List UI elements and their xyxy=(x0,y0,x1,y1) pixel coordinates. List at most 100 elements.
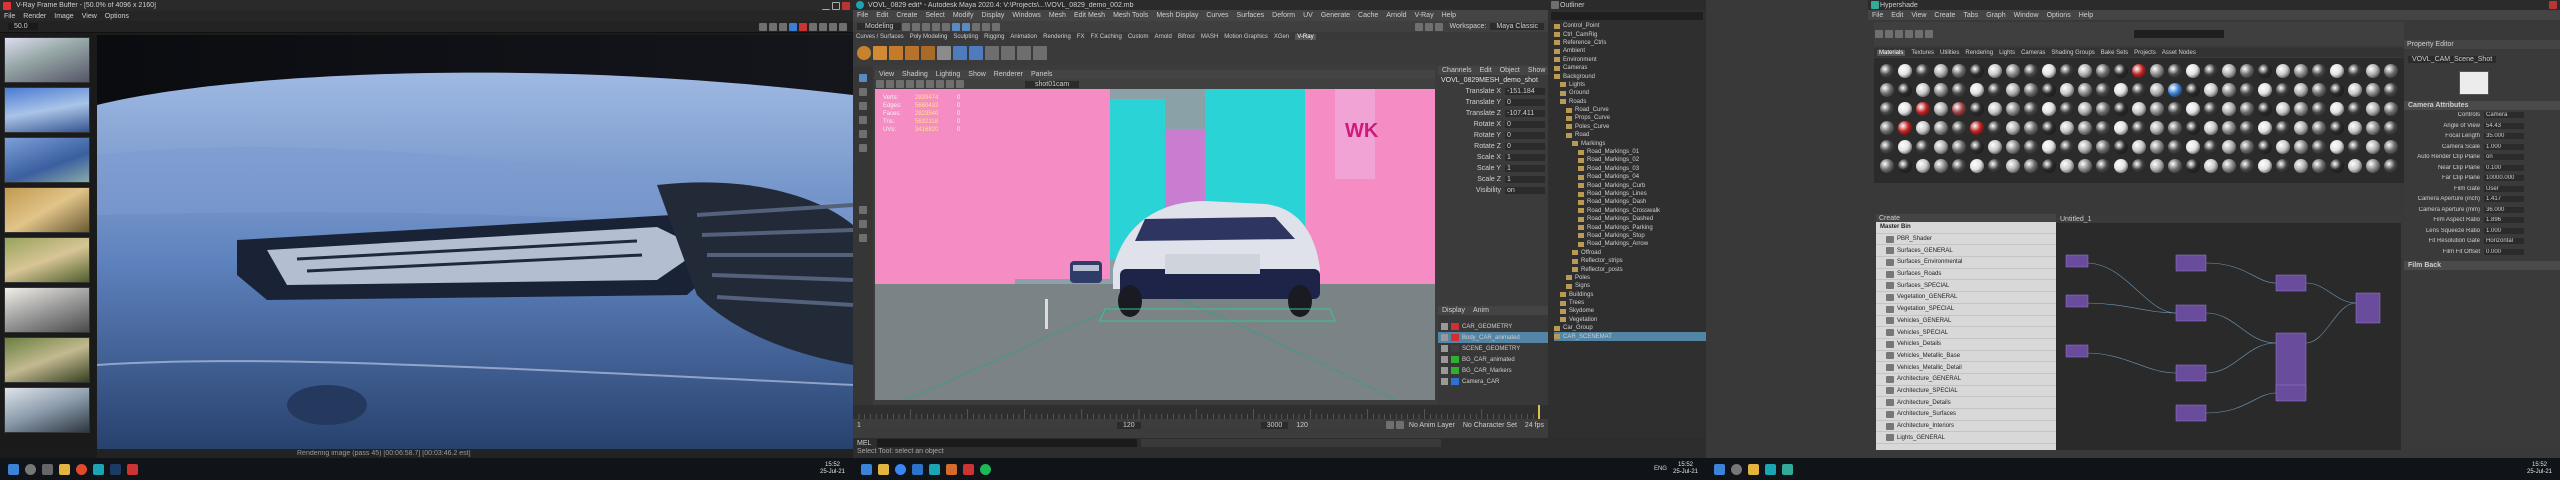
material-swatch[interactable] xyxy=(2150,159,2164,173)
material-swatch[interactable] xyxy=(2366,121,2380,135)
material-swatch[interactable] xyxy=(1988,121,2002,135)
maya-menu-item[interactable]: Generate xyxy=(1321,12,1350,19)
material-swatch[interactable] xyxy=(2240,159,2254,173)
outliner-item[interactable]: Car_Group xyxy=(1554,324,1706,332)
outliner-item[interactable]: Cameras xyxy=(1554,64,1706,72)
bin-item[interactable]: Architecture_Details xyxy=(1876,397,2056,409)
material-swatch[interactable] xyxy=(2042,102,2056,116)
material-swatch[interactable] xyxy=(1898,121,1912,135)
material-swatch[interactable] xyxy=(1916,102,1930,116)
view-list-icon[interactable] xyxy=(1925,30,1933,38)
maya-menu-item[interactable]: Cache xyxy=(1358,12,1378,19)
material-swatch[interactable] xyxy=(2042,140,2056,154)
outliner-item[interactable]: Control_Point xyxy=(1554,22,1706,30)
settings-icon[interactable] xyxy=(839,22,847,31)
channel-row[interactable]: Rotate X 0 xyxy=(1438,119,1548,130)
material-swatch[interactable] xyxy=(2150,64,2164,78)
range-end-field[interactable]: 3000 xyxy=(1260,421,1289,429)
material-swatch[interactable] xyxy=(2060,64,2074,78)
redo-icon[interactable] xyxy=(942,22,951,31)
channel-value[interactable]: 0 xyxy=(1505,132,1545,139)
outliner-item[interactable]: Road_Markings_Dash xyxy=(1554,198,1706,206)
material-swatch[interactable] xyxy=(2006,102,2020,116)
outliner-item[interactable]: Ground xyxy=(1554,89,1706,97)
explorer-icon[interactable] xyxy=(878,463,889,475)
browser-tab[interactable]: Projects xyxy=(2134,50,2156,56)
grid-toggle-icon[interactable] xyxy=(886,80,894,88)
vray-task-icon[interactable] xyxy=(963,463,974,475)
material-swatch[interactable] xyxy=(2312,159,2326,173)
material-swatch[interactable] xyxy=(2222,83,2236,97)
explorer-icon[interactable] xyxy=(1748,463,1759,475)
windows-start-icon[interactable] xyxy=(1714,463,1725,475)
hypershade-menu-item[interactable]: Tabs xyxy=(1963,12,1978,19)
shelf-cylinder-icon[interactable] xyxy=(889,46,903,60)
material-swatch[interactable] xyxy=(2240,102,2254,116)
workspace-dropdown[interactable]: Maya Classic xyxy=(1490,23,1544,30)
history-thumb[interactable] xyxy=(4,337,90,383)
material-swatch[interactable] xyxy=(2042,83,2056,97)
clock-3[interactable]: 15:52 25-Jul-21 xyxy=(2527,462,2552,476)
material-swatch[interactable] xyxy=(2078,64,2092,78)
property-value[interactable]: 1.000 xyxy=(2484,227,2524,234)
material-swatch[interactable] xyxy=(2168,102,2182,116)
single-view-icon[interactable] xyxy=(859,206,867,214)
material-swatch[interactable] xyxy=(2006,83,2020,97)
outliner-item[interactable]: Road_Markings_04 xyxy=(1554,173,1706,181)
material-swatch[interactable] xyxy=(2132,159,2146,173)
layer-visibility-toggle[interactable] xyxy=(1441,378,1448,385)
outliner-item[interactable]: Road_Markings_Curb xyxy=(1554,181,1706,189)
material-swatch[interactable] xyxy=(2060,102,2074,116)
shelf-combine-icon[interactable] xyxy=(953,46,967,60)
material-swatch[interactable] xyxy=(2096,140,2110,154)
material-swatch[interactable] xyxy=(2096,83,2110,97)
property-value[interactable]: 36.000 xyxy=(2484,206,2524,213)
browser-tab[interactable]: Lights xyxy=(1999,50,2015,56)
channel-value[interactable]: 0 xyxy=(1505,143,1545,150)
material-swatch[interactable] xyxy=(2168,121,2182,135)
music-icon[interactable] xyxy=(980,463,991,475)
maya-menu-item[interactable]: File xyxy=(857,12,868,19)
material-swatch[interactable] xyxy=(2060,159,2074,173)
bin-item[interactable]: Vehicles_Metallic_Base xyxy=(1876,351,2056,363)
panel-menu-item[interactable]: Shading xyxy=(902,71,928,78)
bin-item[interactable]: Surfaces_GENERAL xyxy=(1876,245,2056,258)
channel-value[interactable]: 1 xyxy=(1505,165,1545,172)
undo-icon[interactable] xyxy=(932,22,941,31)
material-swatch[interactable] xyxy=(2096,102,2110,116)
windows-start-icon[interactable] xyxy=(861,463,872,475)
hypershade-task-icon[interactable] xyxy=(1782,463,1793,475)
bin-item[interactable]: Architecture_SPECIAL xyxy=(1876,386,2056,398)
layer-color-swatch[interactable] xyxy=(1451,323,1459,330)
camera-dropdown[interactable]: shot01cam xyxy=(1025,80,1080,88)
history-thumb[interactable] xyxy=(4,287,90,333)
channel-value[interactable]: 0 xyxy=(1505,121,1545,128)
material-swatch[interactable] xyxy=(2348,102,2362,116)
ipr-render-icon[interactable] xyxy=(1424,22,1433,31)
browser-tab[interactable]: Bake Sets xyxy=(2101,50,2128,56)
graph-output-icon[interactable] xyxy=(1895,30,1903,38)
maya-menu-item[interactable]: Display xyxy=(981,12,1004,19)
textured-icon[interactable] xyxy=(916,80,924,88)
layer-row[interactable]: BG_CAR_Markers xyxy=(1438,365,1548,376)
material-swatch[interactable] xyxy=(2384,64,2398,78)
bin-item[interactable]: Lights_GENERAL xyxy=(1876,432,2056,445)
taskview-icon[interactable] xyxy=(42,463,53,475)
perspective-viewport[interactable]: View Shading Lighting Show Renderer Panels sh… xyxy=(875,70,1435,400)
windows-start-icon[interactable] xyxy=(8,463,19,475)
material-swatch[interactable] xyxy=(2114,159,2128,173)
shelf-tab[interactable]: Rigging xyxy=(984,34,1004,40)
shelf-tab[interactable]: XGen xyxy=(1274,34,1289,40)
maya-menu-item[interactable]: Curves xyxy=(1206,12,1228,19)
material-swatch[interactable] xyxy=(1880,83,1894,97)
material-swatch[interactable] xyxy=(1970,64,1984,78)
material-swatch[interactable] xyxy=(2042,159,2056,173)
outliner-item[interactable]: Road_Markings_Arrow xyxy=(1554,240,1706,248)
shelf-plane-icon[interactable] xyxy=(921,46,935,60)
material-swatch[interactable] xyxy=(1988,102,2002,116)
close-icon[interactable] xyxy=(2549,1,2557,9)
panel-menu-item[interactable]: Renderer xyxy=(994,71,1023,78)
vfb-menu-item[interactable]: Options xyxy=(105,13,129,20)
material-swatch[interactable] xyxy=(1934,140,1948,154)
material-swatch[interactable] xyxy=(2114,102,2128,116)
